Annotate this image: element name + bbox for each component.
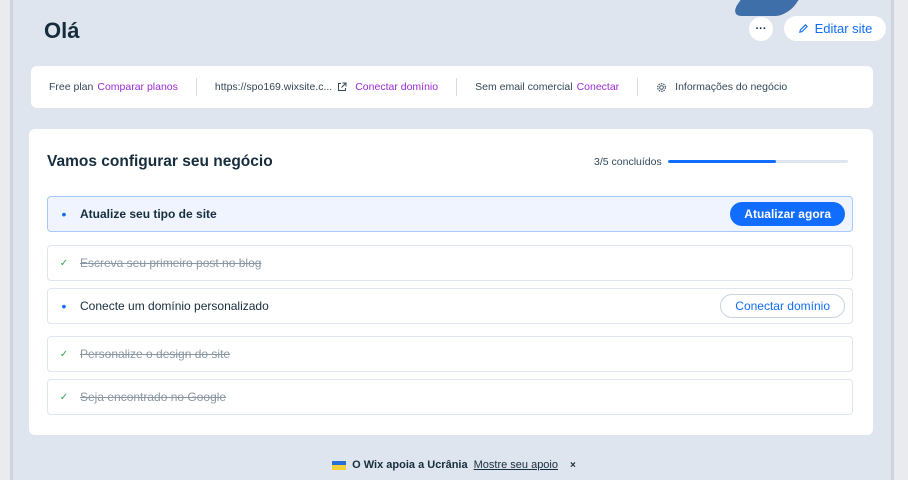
external-link-icon[interactable] xyxy=(337,82,347,92)
compare-plans-link[interactable]: Comparar planos xyxy=(97,81,178,93)
bullet-icon: • xyxy=(61,206,67,222)
task-label: Personalize o design do site xyxy=(80,347,231,361)
connect-email-link[interactable]: Conectar xyxy=(577,81,620,93)
pointer-arrow-icon xyxy=(729,0,799,16)
close-icon[interactable]: × xyxy=(570,460,576,471)
business-info-label: Informações do negócio xyxy=(675,81,788,93)
pencil-icon xyxy=(798,24,808,33)
banner-text: O Wix apoia a Ucrânia xyxy=(352,459,468,471)
setup-title: Vamos configurar seu negócio xyxy=(47,153,273,170)
show-support-link[interactable]: Mostre seu apoio xyxy=(474,459,558,471)
url-segment: https://spo169.wixsite.c... Conectar dom… xyxy=(197,81,456,93)
edit-site-label: Editar site xyxy=(814,21,873,36)
plan-text: Free plan xyxy=(49,81,94,93)
progress-fill xyxy=(668,160,776,163)
plan-segment: Free plan Comparar planos xyxy=(31,81,196,93)
check-icon: ✓ xyxy=(59,348,69,360)
progress-bar xyxy=(668,160,848,163)
site-info-bar: Free plan Comparar planos https://spo169… xyxy=(31,66,873,108)
task-label: Conecte um domínio personalizado xyxy=(80,299,269,313)
connect-domain-button[interactable]: Conectar domínio xyxy=(720,294,845,318)
ukraine-banner: O Wix apoia a Ucrânia Mostre seu apoio × xyxy=(0,455,908,475)
update-now-button[interactable]: Atualizar agora xyxy=(730,202,845,226)
progress-label: 3/5 concluídos xyxy=(594,156,662,168)
task-label: Seja encontrado no Google xyxy=(80,390,227,404)
task-connect-domain[interactable]: • Conecte um domínio personalizado Conec… xyxy=(47,288,853,324)
edit-site-button[interactable]: Editar site xyxy=(784,16,886,41)
task-first-blog-post[interactable]: ✓ Escreva seu primeiro post no blog xyxy=(47,245,853,281)
gear-icon xyxy=(657,82,667,92)
task-google-search[interactable]: ✓ Seja encontrado no Google xyxy=(47,379,853,415)
check-icon: ✓ xyxy=(59,391,69,403)
site-url: https://spo169.wixsite.c... xyxy=(214,81,333,93)
business-info-segment[interactable]: Informações do negócio xyxy=(638,81,805,93)
task-label: Atualize seu tipo de site xyxy=(80,207,217,221)
bullet-icon: • xyxy=(61,298,67,314)
task-update-site-type[interactable]: • Atualize seu tipo de site Atualizar ag… xyxy=(47,196,853,232)
more-actions-button[interactable]: ··· xyxy=(749,17,773,41)
page-title: Olá xyxy=(44,18,80,43)
task-label: Escreva seu primeiro post no blog xyxy=(80,256,262,270)
setup-card: Vamos configurar seu negócio 3/5 concluí… xyxy=(29,129,873,435)
connect-domain-link[interactable]: Conectar domínio xyxy=(355,81,438,93)
email-segment: Sem email comercial Conectar xyxy=(457,81,637,93)
check-icon: ✓ xyxy=(59,257,69,269)
task-personalize-design[interactable]: ✓ Personalize o design do site xyxy=(47,336,853,372)
email-text: Sem email comercial xyxy=(475,81,573,93)
ukraine-flag-icon xyxy=(332,460,347,470)
